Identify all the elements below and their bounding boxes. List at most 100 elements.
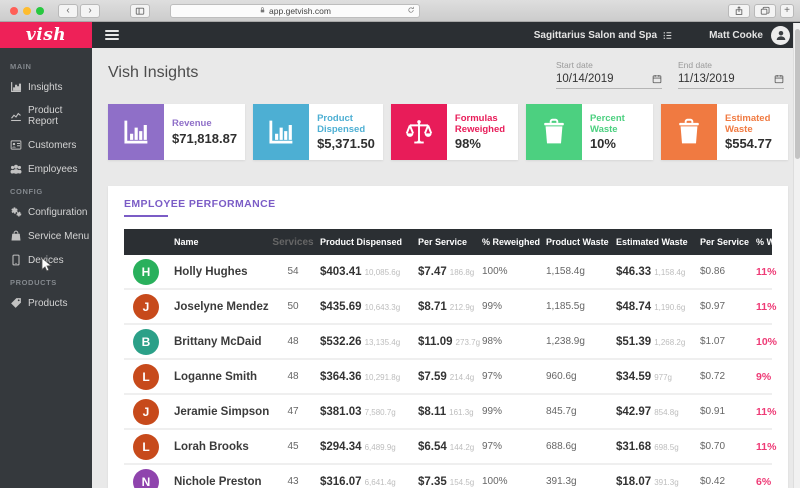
- reload-icon[interactable]: [407, 6, 415, 16]
- cell-per-service-grams: 144.2g: [450, 443, 474, 452]
- cell-waste-pct: 11%: [750, 441, 776, 453]
- cell-product-dispensed-grams: 10,085.6g: [365, 268, 401, 277]
- user-avatar[interactable]: [771, 26, 790, 45]
- table-row-jeramie-simpson[interactable]: JJeramie Simpson47$381.037,580.7g$8.1116…: [124, 395, 772, 430]
- tab-employee-performance[interactable]: EMPLOYEE PERFORMANCE: [124, 198, 772, 210]
- cell-name: Joselyne Mendez: [168, 301, 272, 313]
- salon-name: Sagittarius Salon and Spa: [534, 30, 657, 41]
- browser-forward-button[interactable]: ›: [80, 4, 100, 18]
- scrollbar-thumb[interactable]: [795, 29, 800, 159]
- cell-product-waste: 391.3g: [540, 476, 610, 487]
- cell-product-waste: 688.6g: [540, 441, 610, 452]
- cell-product-waste-value: 688.6g: [546, 441, 577, 452]
- page-scrollbar[interactable]: [793, 23, 800, 488]
- browser-sidebar-toggle-button[interactable]: [130, 4, 150, 18]
- col-header-services: Services: [272, 237, 314, 248]
- sidebar-section-label: PRODUCTS: [0, 272, 92, 291]
- sidebar-item-employees[interactable]: Employees: [0, 157, 92, 181]
- customer-card-icon: [10, 139, 22, 151]
- cell-product-dispensed: $316.076,641.4g: [314, 476, 412, 488]
- table-row-brittany-mcdaid[interactable]: BBrittany McDaid48$532.2613,135.4g$11.09…: [124, 325, 772, 360]
- table-row-loganne-smith[interactable]: LLoganne Smith48$364.3610,291.8g$7.59214…: [124, 360, 772, 395]
- cell-per-service: $8.71212.9g: [412, 301, 476, 313]
- cell-per-service-waste-value: $0.97: [700, 301, 725, 312]
- cell-product-waste-value: 845.7g: [546, 406, 577, 417]
- vish-logo[interactable]: vish: [0, 22, 92, 48]
- table-row-lorah-brooks[interactable]: LLorah Brooks45$294.346,489.9g$6.54144.2…: [124, 430, 772, 465]
- employee-avatar: N: [133, 469, 159, 488]
- table-row-nichole-preston[interactable]: NNichole Preston43$316.076,641.4g$7.3515…: [124, 465, 772, 488]
- url-bar[interactable]: app.getvish.com: [170, 4, 420, 18]
- cell-waste-pct: 11%: [750, 301, 776, 313]
- page-title: Vish Insights: [108, 64, 198, 82]
- trash-icon: [540, 118, 568, 146]
- cell-reweighed-value: 100%: [482, 266, 508, 277]
- sidebar-item-customers[interactable]: Customers: [0, 133, 92, 157]
- cell-name-value: Joselyne Mendez: [174, 301, 269, 313]
- cell-waste-pct-value: 11%: [756, 301, 776, 313]
- browser-back-button[interactable]: ‹: [58, 4, 78, 18]
- cell-product-dispensed-grams: 7,580.7g: [365, 408, 396, 417]
- bar-chart-icon: [267, 118, 295, 146]
- hamburger-menu-icon[interactable]: [105, 30, 119, 40]
- employee-avatar: L: [133, 364, 159, 390]
- table-body: HHolly Hughes54$403.4110,085.6g$7.47186.…: [124, 255, 772, 488]
- cell-reweighed: 97%: [476, 371, 540, 382]
- cell-services: 48: [272, 336, 314, 347]
- tab-overview-button[interactable]: [754, 4, 776, 18]
- cell-per-service-grams: 212.9g: [450, 303, 474, 312]
- main-content: Vish Insights Start date 10/14/2019 End …: [92, 48, 800, 488]
- cell-reweighed-value: 99%: [482, 406, 502, 417]
- sidebar-item-configuration[interactable]: Configuration: [0, 200, 92, 224]
- kpi-icon-box: [391, 104, 447, 160]
- minimize-window-button[interactable]: [23, 7, 31, 15]
- sidebar-item-service-menu[interactable]: Service Menu: [0, 224, 92, 248]
- table-row-joselyne-mendez[interactable]: JJoselyne Mendez50$435.6910,643.3g$8.712…: [124, 290, 772, 325]
- close-window-button[interactable]: [10, 7, 18, 15]
- cell-name-value: Brittany McDaid: [174, 336, 262, 348]
- kpi-icon-box: [108, 104, 164, 160]
- share-button[interactable]: [728, 4, 750, 18]
- cell-product-dispensed-value: $316.07: [320, 476, 362, 488]
- sidebar-item-product-report[interactable]: Product Report: [0, 99, 92, 133]
- cell-services-value: 47: [287, 406, 298, 417]
- start-date-field[interactable]: Start date 10/14/2019: [556, 60, 662, 89]
- cell-estimated-waste-grams: 854.8g: [654, 408, 678, 417]
- cell-product-dispensed: $435.6910,643.3g: [314, 301, 412, 313]
- cell-estimated-waste: $34.59977g: [610, 371, 694, 383]
- zoom-window-button[interactable]: [36, 7, 44, 15]
- cell-product-dispensed-value: $294.34: [320, 441, 362, 453]
- line-chart-icon: [10, 110, 22, 122]
- cell-reweighed-value: 99%: [482, 301, 502, 312]
- sidebar-item-devices[interactable]: Devices: [0, 248, 92, 272]
- sidebar-item-insights[interactable]: Insights: [0, 75, 92, 99]
- trash-icon: [675, 118, 703, 146]
- cell-product-waste-value: 1,158.4g: [546, 266, 585, 277]
- lock-icon: [259, 6, 266, 16]
- cell-product-dispensed-grams: 6,489.9g: [365, 443, 396, 452]
- cell-per-service-grams: 186.8g: [450, 268, 474, 277]
- cell-services-value: 48: [287, 336, 298, 347]
- table-row-holly-hughes[interactable]: HHolly Hughes54$403.4110,085.6g$7.47186.…: [124, 255, 772, 290]
- end-date-field[interactable]: End date 11/13/2019: [678, 60, 784, 89]
- cell-per-service-value: $6.54: [418, 441, 447, 453]
- cell-estimated-waste-value: $48.74: [616, 301, 651, 313]
- cell-waste-pct-value: 6%: [756, 476, 771, 488]
- cell-waste-pct-value: 11%: [756, 441, 776, 453]
- cell-services-value: 43: [287, 476, 298, 487]
- cell-per-service: $6.54144.2g: [412, 441, 476, 453]
- kpi-icon-box: [526, 104, 582, 160]
- sidebar-section-label: CONFIG: [0, 181, 92, 200]
- cell-per-service-waste-value: $0.42: [700, 476, 725, 487]
- cell-reweighed-value: 98%: [482, 336, 502, 347]
- calendar-icon: [774, 74, 784, 84]
- employee-avatar: H: [133, 259, 159, 285]
- new-tab-button[interactable]: +: [780, 4, 794, 18]
- kpi-value: 98%: [455, 136, 510, 151]
- sidebar-item-products[interactable]: Products: [0, 291, 92, 315]
- col-header-per-service: Per Service: [412, 237, 476, 247]
- people-icon: [10, 163, 22, 175]
- salon-selector[interactable]: Sagittarius Salon and Spa: [534, 30, 673, 41]
- cell-product-dispensed: $294.346,489.9g: [314, 441, 412, 453]
- cell-product-dispensed: $381.037,580.7g: [314, 406, 412, 418]
